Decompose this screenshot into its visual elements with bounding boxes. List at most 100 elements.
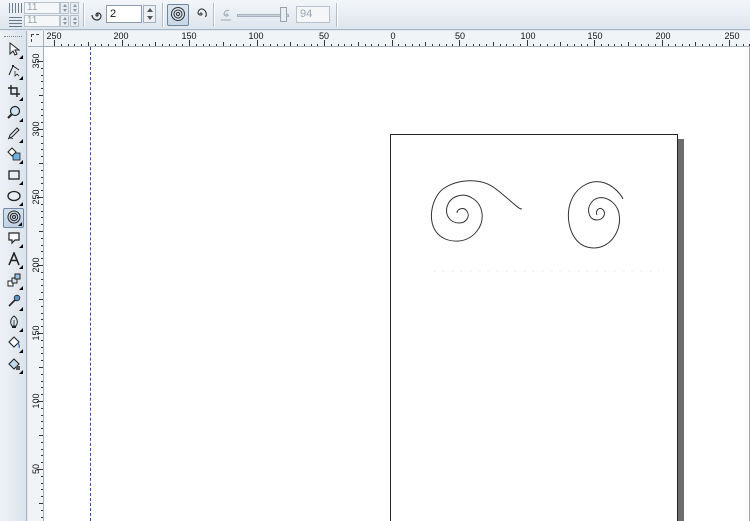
magnifier-icon (6, 105, 21, 122)
shape-edit-icon (7, 63, 21, 80)
text-a-icon (7, 250, 21, 269)
hruler-tick (682, 44, 683, 46)
ellipse-tool[interactable] (3, 187, 24, 207)
hruler-tick (236, 44, 237, 46)
vertical-guideline[interactable] (90, 47, 91, 521)
hruler-tick (371, 44, 372, 46)
hruler-tick (68, 44, 69, 46)
grid-rows-stepper[interactable] (60, 15, 69, 27)
hruler-tick (432, 44, 433, 46)
spiral-object-logarithmic[interactable] (567, 181, 624, 249)
hruler-tick (54, 40, 55, 46)
hruler-tick (675, 44, 676, 46)
vruler-tick (41, 394, 43, 395)
vruler-tick (41, 428, 43, 429)
shape-tool[interactable] (3, 61, 24, 81)
spiral-revolutions-input[interactable]: 2 (106, 5, 142, 23)
vruler-tick (41, 449, 43, 450)
hruler-tick (284, 44, 285, 46)
eyedropper-icon (7, 294, 21, 311)
horizontal-ruler[interactable]: 250 200 150 100 50 0 50 100 150 200 250 (44, 31, 750, 47)
vruler-tick (37, 401, 43, 402)
zoom-tool[interactable] (3, 103, 24, 123)
hruler-tick (567, 44, 568, 46)
hruler-label: 100 (520, 31, 536, 41)
grid-columns-field[interactable]: 11 (24, 2, 60, 14)
outline-tool[interactable] (3, 313, 24, 333)
basic-shapes-icon (7, 231, 21, 248)
property-bar: 11 11 2 94 (0, 0, 750, 30)
drawing-canvas[interactable] (44, 47, 750, 521)
vruler-tick (37, 197, 43, 198)
hruler-tick (243, 44, 244, 46)
rectangle-tool[interactable] (3, 166, 24, 186)
hruler-tick (405, 44, 406, 46)
symmetric-spiral-button[interactable] (167, 4, 189, 26)
text-tool[interactable] (3, 250, 24, 270)
vruler-tick (41, 408, 43, 409)
hruler-tick (169, 44, 170, 46)
hruler-tick (635, 44, 636, 46)
vruler-tick (41, 156, 43, 157)
toolbox-grip[interactable] (4, 36, 22, 38)
hruler-tick (547, 44, 548, 46)
hruler-tick (216, 44, 217, 46)
vruler-tick (39, 95, 43, 96)
vruler-tick (41, 292, 43, 293)
hruler-tick (392, 40, 393, 46)
hruler-tick (628, 42, 629, 46)
fill-tool[interactable] (3, 334, 24, 354)
hruler-tick (513, 44, 514, 46)
vruler-tick (37, 129, 43, 130)
grid-rows-stepper-2[interactable] (70, 15, 79, 27)
interactive-fill-tool[interactable] (3, 355, 24, 375)
ruler-origin[interactable] (28, 31, 44, 47)
hruler-tick (81, 44, 82, 46)
hruler-tick (500, 44, 501, 46)
hruler-tick (351, 44, 352, 46)
vruler-tick (37, 469, 43, 470)
spiral-tool[interactable] (3, 208, 24, 228)
hruler-tick (263, 44, 264, 46)
spiral-revolutions-stepper[interactable] (143, 5, 156, 23)
interactive-blend-tool[interactable] (3, 271, 24, 291)
grid-rows-field[interactable]: 11 (24, 15, 60, 27)
vertical-ruler[interactable]: 350 300 250 200 150 100 50 (28, 47, 44, 521)
smart-fill-tool[interactable] (3, 145, 24, 165)
hruler-tick (641, 44, 642, 46)
vruler-tick (41, 81, 43, 82)
grid-columns-stepper[interactable] (60, 2, 69, 14)
hruler-tick (608, 44, 609, 46)
crop-tool[interactable] (3, 82, 24, 102)
basic-shapes-tool[interactable] (3, 229, 24, 249)
hruler-tick (587, 44, 588, 46)
eyedropper-tool[interactable] (3, 292, 24, 312)
hruler-tick (257, 40, 258, 46)
vruler-tick (41, 102, 43, 103)
spiral-object-symmetric[interactable] (430, 180, 522, 242)
vruler-tick (41, 313, 43, 314)
vruler-tick (37, 265, 43, 266)
spiral-expansion-slider-thumb[interactable] (280, 7, 287, 22)
freehand-tool[interactable] (3, 124, 24, 144)
logarithmic-spiral-icon (192, 6, 208, 25)
paint-bucket-icon (7, 335, 21, 353)
hruler-tick (614, 44, 615, 46)
pick-tool[interactable] (3, 40, 24, 60)
hruler-tick (581, 44, 582, 46)
smart-fill-icon (6, 146, 21, 164)
hruler-tick (459, 40, 460, 46)
hruler-tick (466, 44, 467, 46)
hruler-tick (122, 40, 123, 46)
spiral-expansion-field[interactable]: 94 (296, 6, 330, 23)
hruler-tick (520, 44, 521, 46)
grid-columns-stepper-2[interactable] (70, 2, 79, 14)
hruler-tick (473, 44, 474, 46)
logarithmic-spiral-button[interactable] (189, 4, 211, 26)
hruler-tick (601, 44, 602, 46)
pen-nib-icon (7, 314, 21, 332)
vruler-tick (41, 326, 43, 327)
hruler-tick (655, 44, 656, 46)
drawing-page[interactable] (390, 134, 678, 521)
vruler-tick (41, 319, 43, 320)
